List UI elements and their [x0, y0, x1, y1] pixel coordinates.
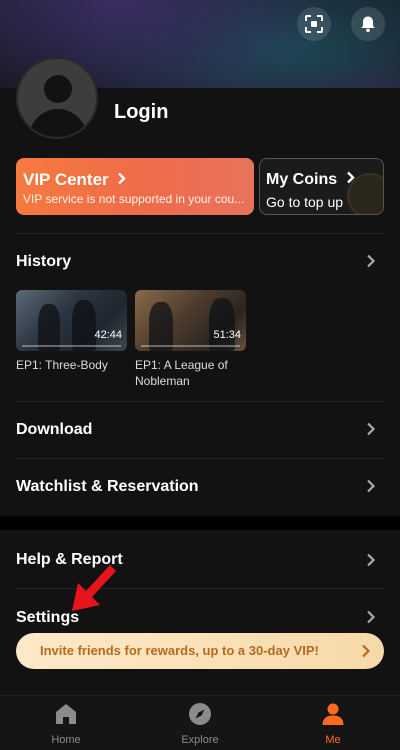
home-icon [56, 704, 76, 724]
divider [16, 401, 384, 402]
history-progress-bar [22, 345, 121, 347]
tab-explore[interactable]: Explore [155, 696, 245, 750]
history-item-title[interactable]: EP1: Three-Body [16, 357, 131, 373]
login-link[interactable]: Login [114, 101, 168, 124]
chevron-right-icon[interactable] [364, 479, 378, 493]
scan-button[interactable] [297, 7, 331, 41]
history-thumbnail[interactable]: 51:34 [135, 290, 246, 351]
tab-me[interactable]: Me [288, 696, 378, 750]
tab-me-label: Me [325, 734, 341, 746]
chevron-right-icon [362, 644, 371, 658]
chevron-right-icon[interactable] [364, 553, 378, 567]
vip-center-subtitle: VIP service is not supported in your cou… [23, 192, 245, 206]
person-icon [322, 703, 344, 725]
divider [16, 458, 384, 459]
tab-home-label: Home [51, 734, 81, 746]
avatar-body-shape [29, 109, 87, 137]
invite-banner-text: Invite friends for rewards, up to a 30-d… [40, 643, 319, 658]
thumbnail-figure [149, 302, 173, 351]
tab-explore-label: Explore [181, 734, 219, 746]
my-coins-subtitle: Go to top up [266, 194, 344, 210]
vip-center-title: VIP Center [23, 170, 127, 190]
history-progress-bar [141, 345, 240, 347]
menu-item-watchlist[interactable]: Watchlist & Reservation [16, 478, 199, 496]
thumbnail-figure [209, 298, 235, 351]
notification-button[interactable] [351, 7, 385, 41]
compass-icon [189, 703, 211, 725]
history-duration: 51:34 [213, 329, 241, 341]
bottom-tab-bar: Home Explore Me [0, 695, 400, 750]
bell-icon [361, 16, 375, 33]
annotation-arrow-icon [72, 565, 116, 611]
menu-item-download[interactable]: Download [16, 421, 92, 439]
scan-icon [305, 15, 323, 33]
my-coins-label: My Coins [266, 171, 338, 188]
section-gap [0, 516, 400, 530]
history-label[interactable]: History [16, 253, 71, 271]
chevron-right-icon[interactable] [364, 422, 378, 436]
chevron-right-icon [346, 171, 355, 184]
avatar[interactable] [16, 57, 98, 139]
vip-center-card[interactable]: VIP Center VIP service is not supported … [16, 158, 254, 215]
history-chevron-right-icon[interactable] [364, 254, 378, 268]
avatar-head-shape [44, 75, 72, 103]
my-coins-card[interactable]: My Coins Go to top up [259, 158, 384, 215]
vip-center-label: VIP Center [23, 170, 109, 189]
my-coins-title: My Coins [266, 171, 356, 189]
history-item-title[interactable]: EP1: A League of Nobleman [135, 357, 250, 389]
tab-home[interactable]: Home [21, 696, 111, 750]
history-duration: 42:44 [94, 329, 122, 341]
chevron-right-icon[interactable] [364, 610, 378, 624]
history-thumbnail[interactable]: 42:44 [16, 290, 127, 351]
invite-friends-banner[interactable]: Invite friends for rewards, up to a 30-d… [16, 633, 384, 669]
thumbnail-figure [72, 300, 96, 351]
chevron-right-icon [118, 172, 127, 185]
divider [16, 233, 384, 234]
thumbnail-figure [38, 304, 60, 351]
